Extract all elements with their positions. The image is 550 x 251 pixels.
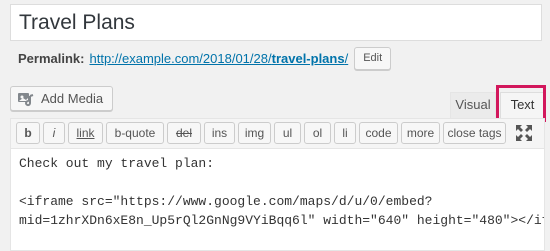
post-title-input[interactable]: Travel Plans — [10, 4, 542, 41]
qt-close-tags-button[interactable]: close tags — [443, 122, 506, 144]
text-editor: b i link b-quote del ins img ul ol li co… — [10, 118, 545, 251]
tab-text[interactable]: Text — [500, 92, 545, 118]
qt-link-button[interactable]: link — [68, 122, 103, 144]
content-line — [19, 173, 536, 192]
permalink-row: Permalink: http://example.com/2018/01/28… — [18, 46, 392, 70]
permalink-label: Permalink: — [18, 50, 85, 66]
permalink-trailing: / — [344, 50, 349, 66]
content-line: mid=1zhrXDn6xE8n_Up5rQl2GnNg9VYiBqq6l" w… — [19, 213, 544, 228]
qt-li-button[interactable]: li — [334, 122, 356, 144]
content-line: <iframe src="https://www.google.com/maps… — [19, 194, 433, 209]
content-line-last: mid=1zhrXDn6xE8n_Up5rQl2GnNg9VYiBqq6l" w… — [19, 211, 544, 230]
fullscreen-icon[interactable] — [515, 124, 533, 142]
qt-more-button[interactable]: more — [401, 122, 440, 144]
qt-img-button[interactable]: img — [238, 122, 271, 144]
qt-ul-button[interactable]: ul — [274, 122, 301, 144]
qt-bquote-button[interactable]: b-quote — [106, 122, 164, 144]
qt-del-button[interactable]: del — [167, 122, 201, 144]
qt-bold-button[interactable]: b — [16, 122, 40, 144]
add-media-label: Add Media — [41, 91, 104, 106]
qt-ins-button[interactable]: ins — [204, 122, 235, 144]
qt-italic-button[interactable]: i — [43, 122, 65, 144]
edit-permalink-button[interactable]: Edit — [354, 46, 392, 70]
add-media-button[interactable]: Add Media — [10, 86, 114, 111]
permalink-slug: travel-plans — [271, 50, 345, 66]
tab-visual[interactable]: Visual — [450, 92, 496, 118]
permalink-link[interactable]: http://example.com/2018/01/28/travel-pla… — [89, 51, 348, 66]
content-line: Check out my travel plan: — [19, 156, 215, 171]
qt-ol-button[interactable]: ol — [304, 122, 331, 144]
content-textarea[interactable]: Check out my travel plan: <iframe src="h… — [11, 150, 544, 250]
qt-code-button[interactable]: code — [359, 122, 398, 144]
media-icon — [17, 90, 35, 108]
permalink-url-base: http://example.com/2018/01/28/ — [89, 50, 272, 66]
quicktags-toolbar: b i link b-quote del ins img ul ol li co… — [11, 119, 544, 149]
